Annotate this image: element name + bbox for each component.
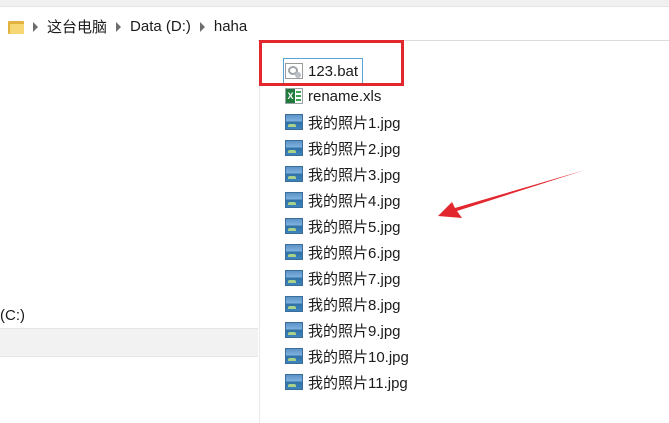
annotation-arrow [438, 170, 585, 218]
annotation-arrow-shape [438, 170, 585, 218]
